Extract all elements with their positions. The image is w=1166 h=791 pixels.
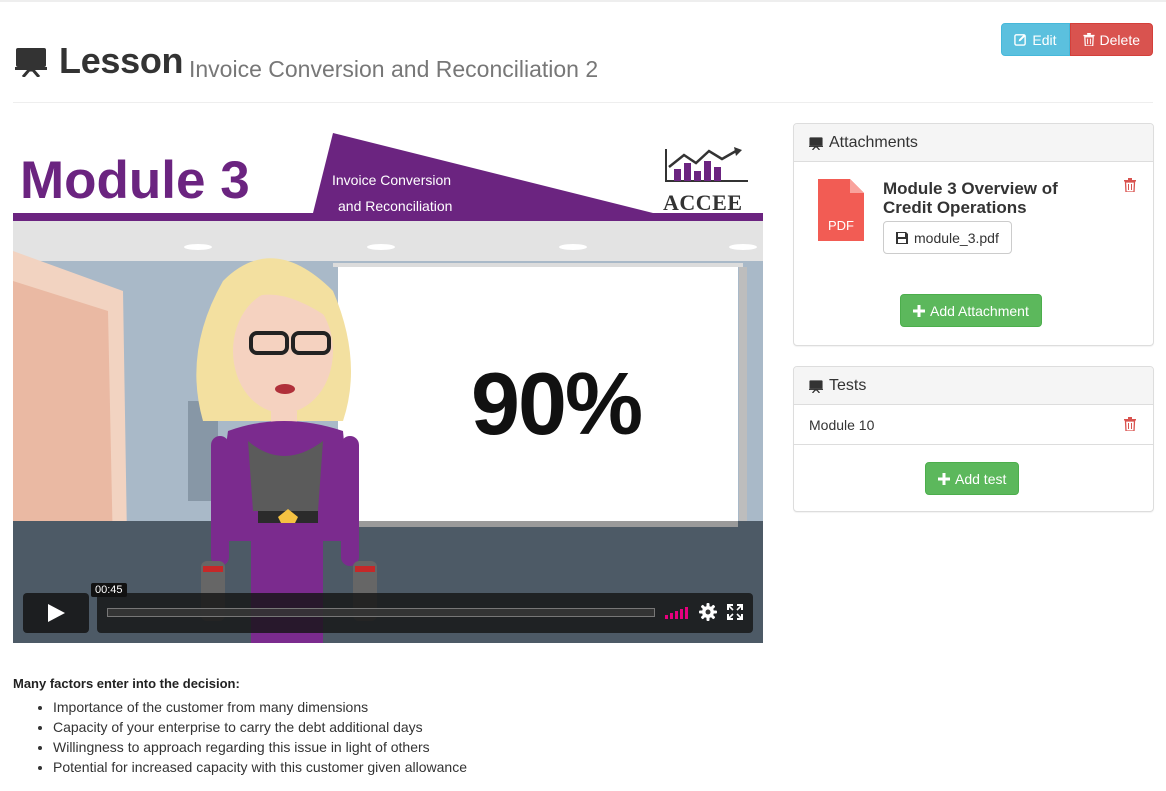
list-item: Potential for increased capacity with th… bbox=[53, 757, 467, 777]
attachment-title[interactable]: Module 3 Overview of Credit Operations bbox=[883, 179, 1103, 217]
tests-title: Tests bbox=[829, 376, 867, 394]
presentation-icon bbox=[15, 48, 47, 77]
attachments-heading: Attachments bbox=[794, 124, 1153, 162]
page-title: Lesson bbox=[59, 40, 184, 81]
delete-button[interactable]: Delete bbox=[1069, 23, 1153, 56]
add-test-button[interactable]: Add test bbox=[925, 462, 1020, 495]
page-header: Lesson Invoice Conversion and Reconcilia… bbox=[13, 23, 1153, 103]
description-lead: Many factors enter into the decision: bbox=[13, 676, 240, 691]
current-time: 00:45 bbox=[91, 583, 127, 597]
play-button[interactable] bbox=[23, 593, 89, 633]
video-banner: Module 3 Invoice Conversion and Reconcil… bbox=[13, 133, 763, 221]
video-banner-line2: and Reconciliation bbox=[338, 198, 453, 214]
file-name: module_3.pdf bbox=[914, 229, 999, 246]
lesson-name: Invoice Conversion and Reconciliation 2 bbox=[189, 56, 599, 82]
floppy-disk-icon bbox=[896, 231, 908, 244]
video-banner-title: Module 3 bbox=[20, 151, 250, 210]
plus-icon bbox=[913, 304, 925, 317]
description-list: Importance of the customer from many dim… bbox=[13, 697, 467, 777]
pdf-label: PDF bbox=[828, 218, 854, 233]
add-attachment-button[interactable]: Add Attachment bbox=[900, 294, 1042, 327]
video-frame-scene bbox=[13, 221, 763, 643]
trash-icon[interactable] bbox=[1124, 178, 1136, 192]
video-controls: 00:45 bbox=[23, 583, 753, 633]
video-player[interactable]: Module 3 Invoice Conversion and Reconcil… bbox=[13, 133, 763, 643]
volume-icon[interactable] bbox=[665, 607, 689, 619]
test-name: Module 10 bbox=[809, 417, 875, 433]
list-item: Importance of the customer from many dim… bbox=[53, 697, 467, 717]
video-banner-line1: Invoice Conversion bbox=[332, 172, 452, 188]
list-item: Capacity of your enterprise to carry the… bbox=[53, 717, 467, 737]
tests-panel: Tests Module 10 Add test bbox=[793, 366, 1154, 512]
pdf-file-icon: PDF bbox=[818, 179, 864, 241]
header-actions: Edit Delete bbox=[1001, 23, 1153, 56]
presentation-icon bbox=[809, 379, 823, 393]
fullscreen-icon[interactable] bbox=[727, 604, 743, 620]
plus-icon bbox=[938, 472, 950, 485]
progress-bar[interactable]: 00:45 bbox=[91, 583, 753, 633]
top-divider bbox=[0, 0, 1166, 2]
download-file-button[interactable]: module_3.pdf bbox=[883, 221, 1012, 254]
edit-button[interactable]: Edit bbox=[1001, 23, 1070, 56]
delete-label: Delete bbox=[1099, 31, 1140, 48]
play-icon bbox=[48, 604, 65, 622]
trash-icon bbox=[1082, 33, 1095, 46]
slide-percentage: 90% bbox=[471, 354, 643, 453]
accee-logo: ACCEE bbox=[663, 190, 743, 215]
add-test-label: Add test bbox=[955, 470, 1007, 487]
presentation-icon bbox=[809, 136, 823, 150]
edit-icon bbox=[1014, 34, 1027, 46]
progress-rail[interactable] bbox=[107, 608, 655, 617]
list-item: Willingness to approach regarding this i… bbox=[53, 737, 467, 757]
gear-icon[interactable] bbox=[699, 603, 717, 621]
attachments-panel: Attachments PDF Module 3 Overview of Cre… bbox=[793, 123, 1154, 346]
trash-icon[interactable] bbox=[1124, 417, 1136, 431]
tests-heading: Tests bbox=[794, 367, 1153, 405]
test-row[interactable]: Module 10 bbox=[794, 405, 1153, 445]
edit-label: Edit bbox=[1032, 31, 1057, 48]
attachments-title: Attachments bbox=[829, 133, 918, 151]
add-attachment-label: Add Attachment bbox=[930, 302, 1029, 319]
